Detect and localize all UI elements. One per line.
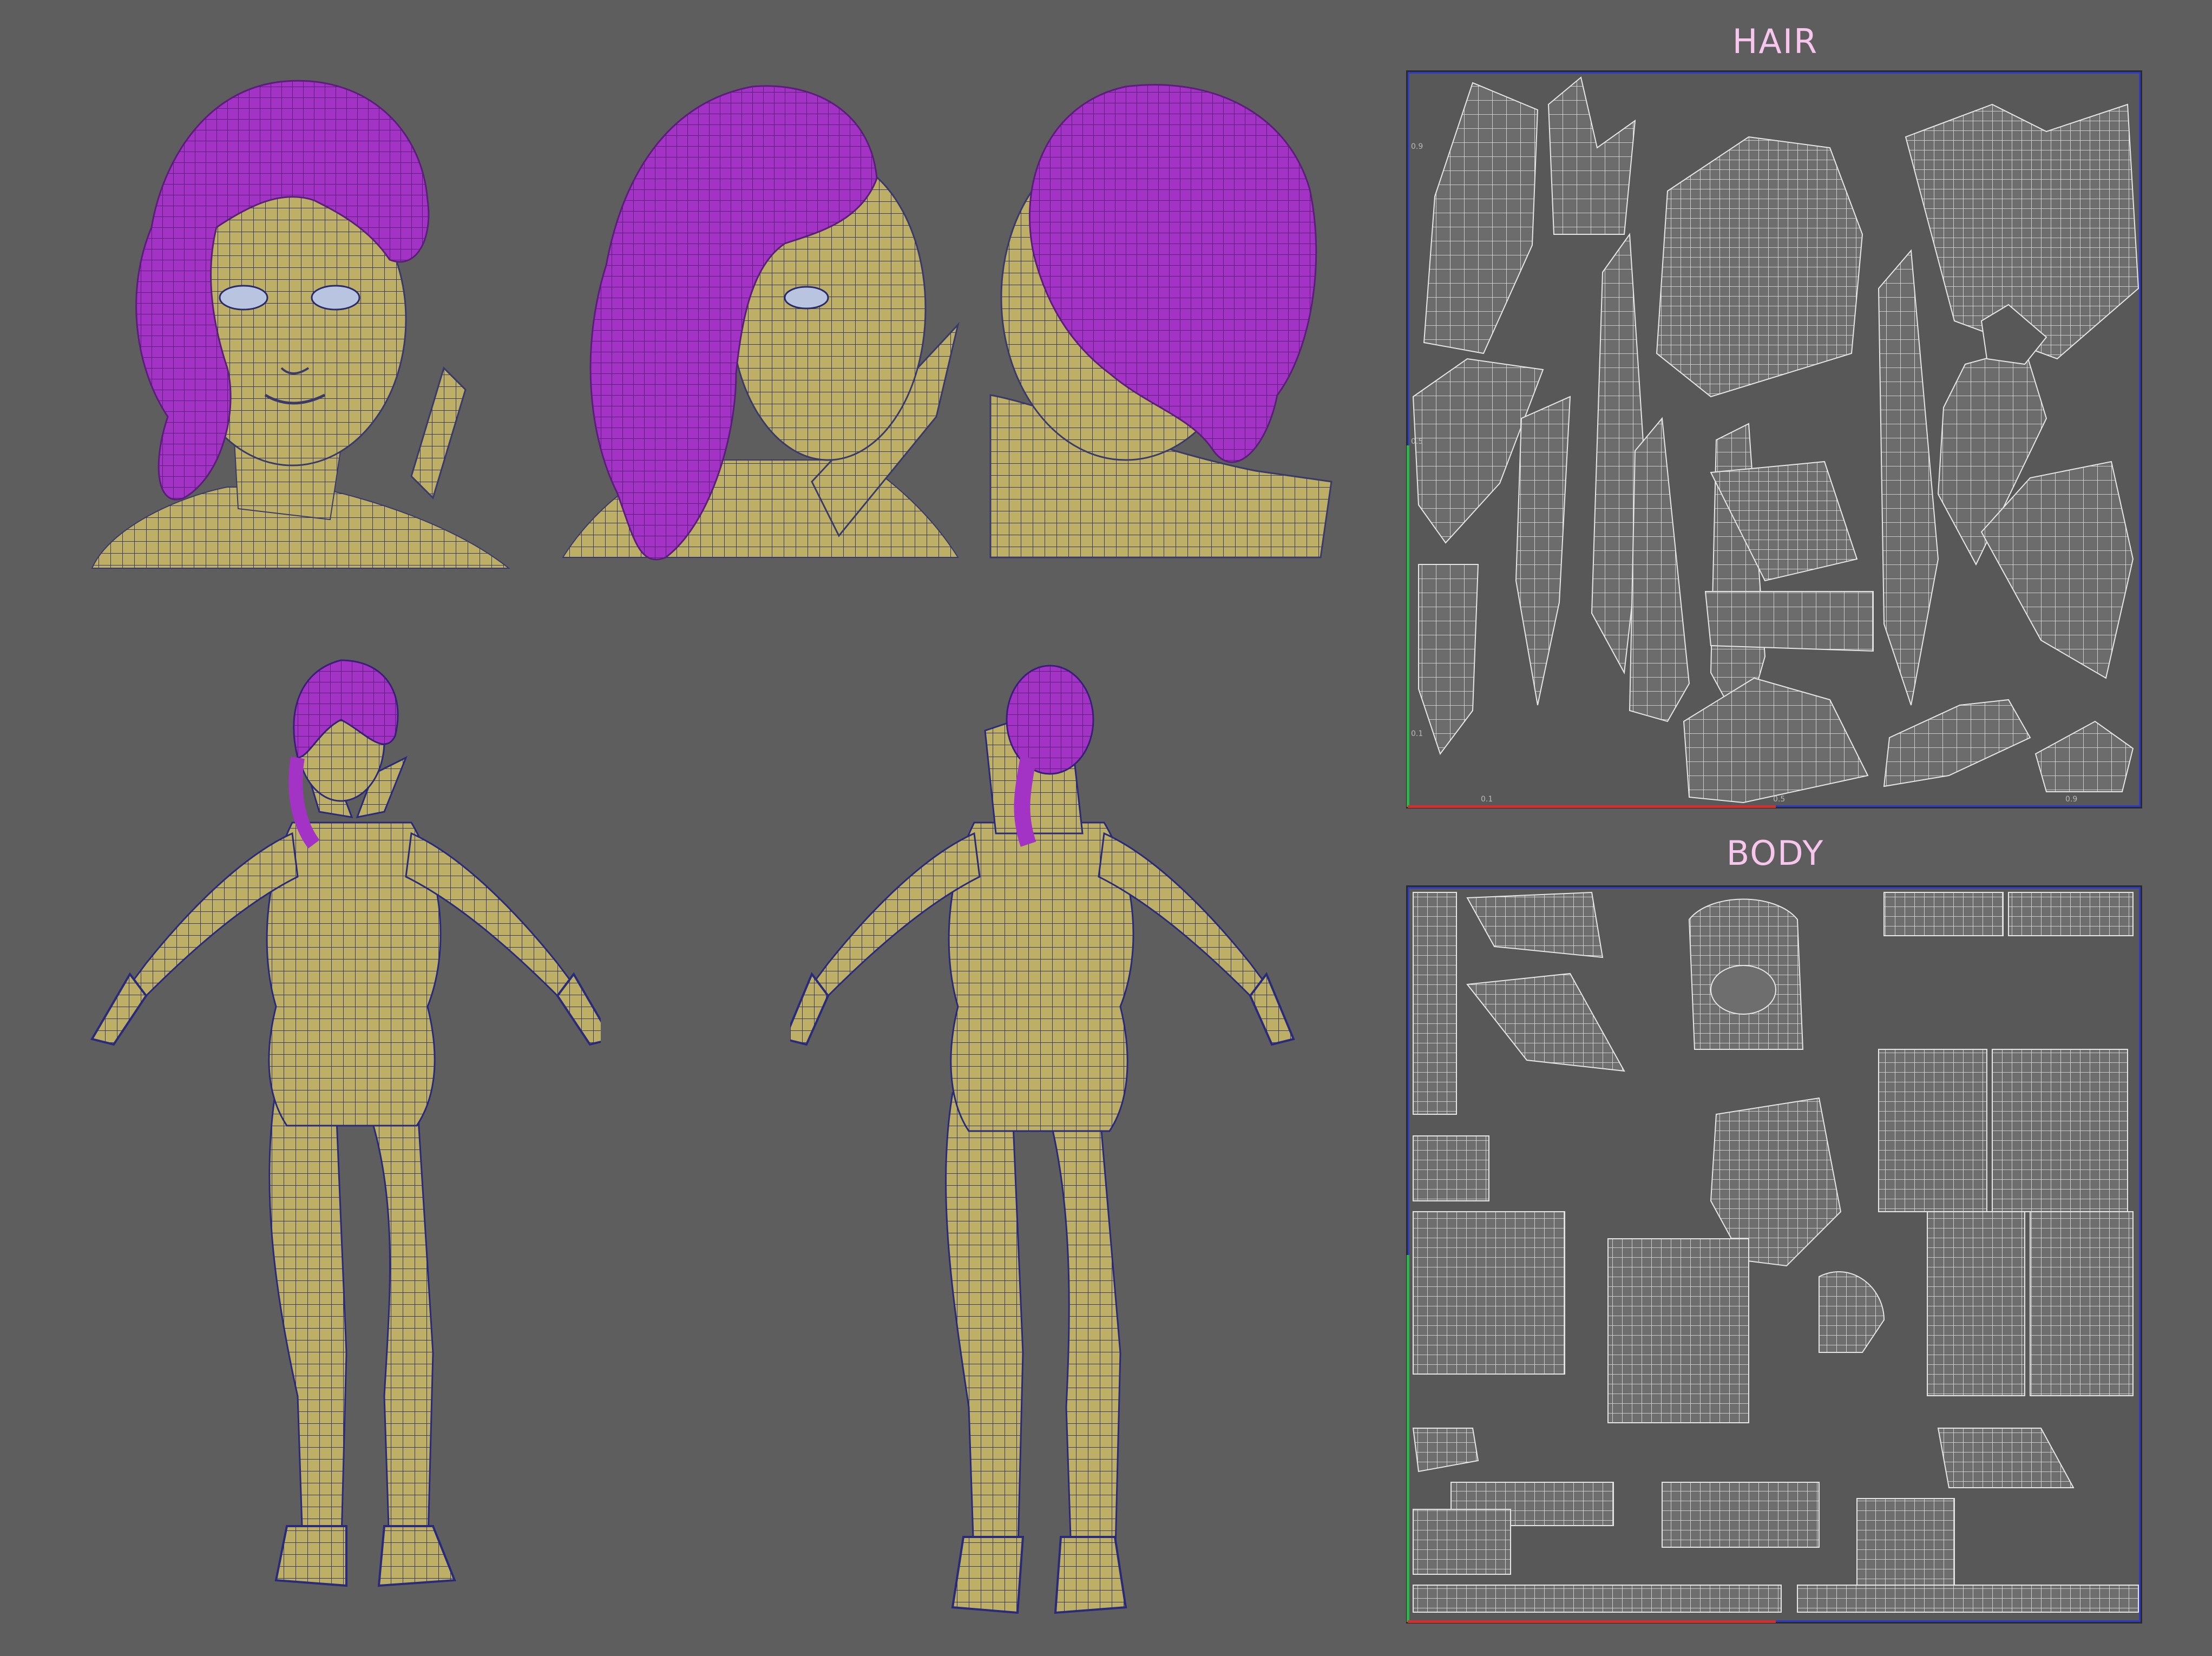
hair-uv-tick-y: 0.9 <box>1411 142 1423 151</box>
hair-uv-tick-y: 0.5 <box>1411 437 1423 446</box>
hair-uv-v-axis <box>1407 445 1409 807</box>
body-uv-title: BODY <box>1726 833 1824 873</box>
body-uv-grid[interactable] <box>1406 885 2142 1624</box>
hair-uv-tick-y: 0.1 <box>1411 730 1423 738</box>
body-front-view <box>81 649 614 1613</box>
head-back-view <box>985 70 1342 563</box>
hair-uv-title: HAIR <box>1732 22 1819 61</box>
hair-uv-u-axis <box>1408 805 1776 808</box>
body-uv-bound-top <box>1408 887 2141 889</box>
head-three-quarter-view <box>557 70 969 563</box>
hair-uv-tick-x: 0.5 <box>1773 795 1786 804</box>
body-uv-u-axis <box>1408 1620 1776 1623</box>
body-uv-bound-bottom <box>1776 1620 2141 1622</box>
hair-uv-bound-right <box>2139 72 2141 807</box>
body-back-view <box>783 649 1310 1624</box>
hair-uv-tick-x: 0.9 <box>2065 795 2078 804</box>
hair-uv-bound-left <box>1408 72 1409 445</box>
hair-uv-bound-bottom <box>1776 805 2141 807</box>
head-front-view <box>87 65 520 574</box>
body-uv-bound-right <box>2139 887 2141 1622</box>
hair-uv-grid[interactable]: 0.1 0.5 0.9 0.9 0.5 0.1 <box>1406 70 2142 809</box>
body-uv-v-axis <box>1407 1255 1409 1622</box>
hair-uv-tick-x: 0.1 <box>1481 795 1493 804</box>
hair-uv-bound-top <box>1408 72 2141 74</box>
body-uv-bound-left <box>1408 887 1409 1255</box>
turnaround-sheet: HAIR 0.1 0.5 0.9 0.9 0.5 0.1 BODY <box>0 0 2212 1656</box>
